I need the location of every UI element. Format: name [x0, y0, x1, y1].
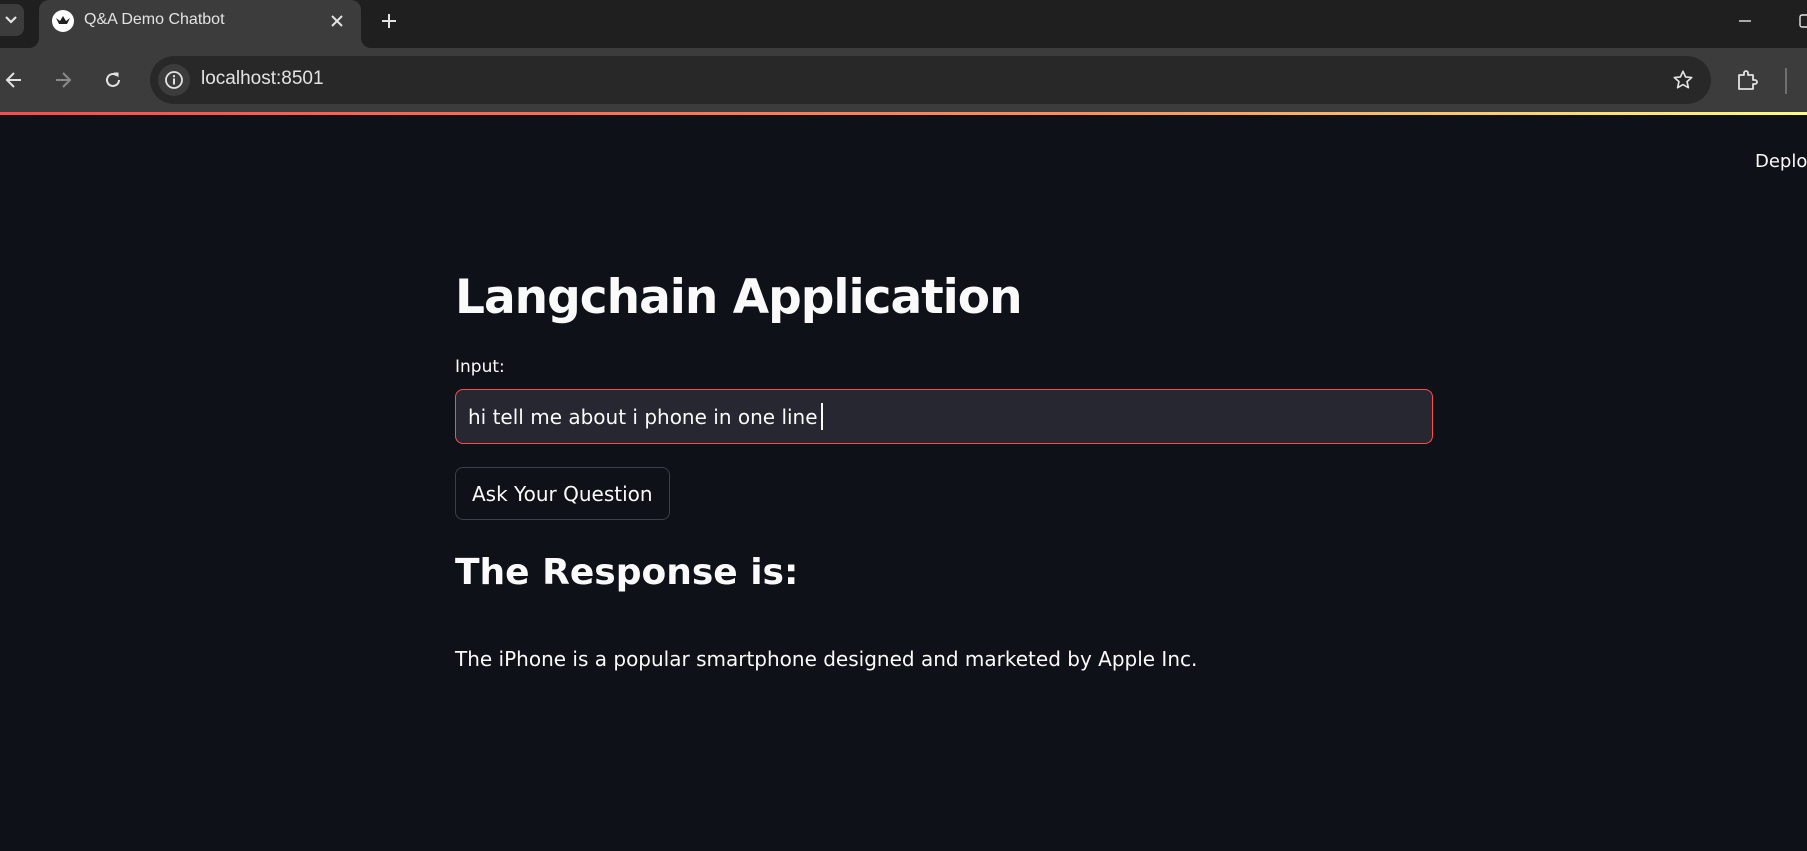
new-tab-button[interactable]	[374, 6, 404, 36]
plus-icon	[382, 14, 396, 28]
site-info-button[interactable]	[158, 64, 190, 96]
text-caret	[820, 403, 823, 430]
response-heading: The Response is:	[455, 552, 799, 593]
ask-question-button[interactable]: Ask Your Question	[455, 467, 670, 520]
chevron-down-icon	[5, 16, 17, 24]
url-text: localhost:8501	[201, 68, 324, 89]
page-title: Langchain Application	[455, 270, 1023, 325]
question-input[interactable]: hi tell me about i phone in one line	[455, 389, 1433, 444]
reload-icon	[106, 72, 120, 87]
question-input-value: hi tell me about i phone in one line	[468, 404, 818, 429]
app-header: Deploy	[0, 115, 1807, 175]
tab-title: Q&A Demo Chatbot	[84, 11, 225, 28]
forward-button[interactable]	[47, 64, 79, 96]
maximize-icon	[1799, 14, 1807, 28]
extensions-button[interactable]	[1731, 64, 1763, 96]
active-tab[interactable]: Q&A Demo Chatbot	[39, 0, 361, 48]
star-icon	[1673, 70, 1693, 89]
tab-list-button[interactable]	[0, 4, 24, 36]
input-label: Input:	[455, 357, 505, 377]
browser-toolbar: localhost:8501	[0, 48, 1807, 115]
reload-button[interactable]	[97, 64, 129, 96]
minimize-window-button[interactable]	[1733, 9, 1757, 33]
info-icon	[165, 71, 183, 89]
close-tab-button[interactable]	[325, 9, 349, 33]
browser-tab-strip: Q&A Demo Chatbot	[0, 0, 1807, 48]
streamlit-crown-icon	[52, 10, 74, 32]
minimize-icon	[1739, 20, 1751, 22]
puzzle-icon	[1738, 70, 1758, 90]
toolbar-divider	[1785, 68, 1787, 94]
address-bar[interactable]: localhost:8501	[150, 56, 1711, 104]
back-button[interactable]	[0, 64, 30, 96]
deploy-button[interactable]: Deploy	[1755, 151, 1807, 172]
back-arrow-icon	[5, 72, 21, 88]
forward-arrow-icon	[56, 72, 72, 88]
response-text: The iPhone is a popular smartphone desig…	[455, 647, 1198, 671]
close-icon	[331, 15, 343, 27]
maximize-window-button[interactable]	[1794, 9, 1807, 33]
bookmark-button[interactable]	[1671, 68, 1695, 92]
